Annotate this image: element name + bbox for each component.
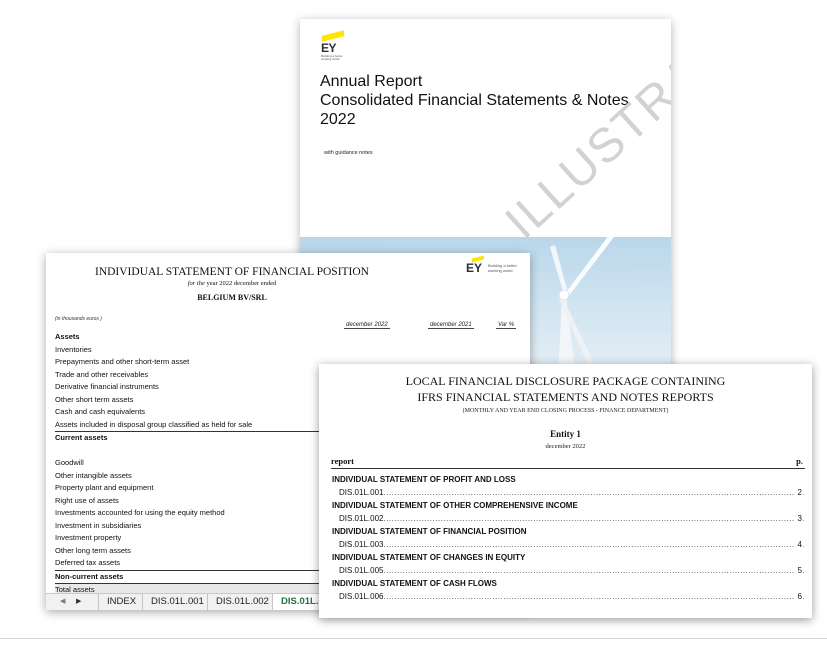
index-section-title: INDIVIDUAL STATEMENT OF CHANGES IN EQUIT… (332, 553, 526, 562)
index-section-page: 5 (794, 564, 802, 577)
leader-dots: ........................................… (383, 514, 804, 523)
leader-dots: ........................................… (383, 566, 804, 575)
index-section-code: DIS.01L.001 (339, 488, 384, 497)
sheet-subtitle-text: year 2022 december ended (204, 280, 277, 287)
index-report-header: report (331, 456, 354, 466)
sheet-tab[interactable]: DIS.01L.002 (207, 594, 277, 610)
column-header-dec-2021: december 2021 (428, 322, 474, 329)
cover-title-line: 2022 (320, 111, 356, 128)
cover-title-line: Annual Report (320, 73, 423, 90)
index-section-entry[interactable]: DIS.01L.006.............................… (332, 590, 804, 603)
sheet-title: INDIVIDUAL STATEMENT OF FINANCIAL POSITI… (94, 266, 369, 278)
index-section-code: DIS.01L.006 (339, 592, 384, 601)
units-note: (in thousands euros ) (55, 316, 102, 322)
index-page-header: p. (796, 456, 803, 466)
leader-dots: ........................................… (383, 540, 804, 549)
sheet-subtitle-hand: for the (187, 280, 205, 287)
disclosure-index-page: LOCAL FINANCIAL DISCLOSURE PACKAGE CONTA… (319, 364, 812, 618)
sheet-tab[interactable]: DIS.01L.001 (142, 594, 212, 610)
index-section-title: INDIVIDUAL STATEMENT OF PROFIT AND LOSS (332, 475, 516, 484)
ey-logo: EY Building a better working world (466, 255, 526, 278)
cover-guidance-note: with guidance notes (324, 150, 373, 156)
index-section-code: DIS.01L.003 (339, 540, 384, 549)
cover-title: Annual Report Consolidated Financial Sta… (320, 72, 629, 129)
bottom-divider (0, 638, 827, 639)
index-subtitle: (MONTHLY AND YEAR END CLOSING PROCESS - … (462, 408, 669, 414)
index-title-line1: LOCAL FINANCIAL DISCLOSURE PACKAGE CONTA… (405, 374, 726, 388)
leader-dots: ........................................… (383, 592, 804, 601)
index-section-entry[interactable]: DIS.01L.005.............................… (332, 564, 804, 577)
leader-dots: ........................................… (383, 488, 804, 497)
ey-logo-text: EY (466, 261, 483, 275)
index-section-entry[interactable]: DIS.01L.003.............................… (332, 538, 804, 551)
sheet-tab[interactable]: INDEX (98, 594, 144, 610)
index-entity: Entity 1 (550, 429, 581, 439)
sheet-row[interactable]: Assets (55, 331, 525, 344)
sheet-subtitle: for the year 2022 december ended (46, 280, 418, 287)
ey-logo-text: EY (321, 41, 337, 55)
index-date: december 2022 (545, 443, 586, 450)
cover-title-line: Consolidated Financial Statements & Note… (320, 92, 629, 109)
index-section-entry[interactable]: DIS.01L.001.............................… (332, 486, 804, 499)
ey-logo-tagline: Building a better working world (488, 263, 517, 273)
index-section-page: 6 (794, 590, 802, 603)
index-section-title: INDIVIDUAL STATEMENT OF OTHER COMPREHENS… (332, 501, 578, 510)
index-title-line2: IFRS FINANCIAL STATEMENTS AND NOTES REPO… (417, 390, 714, 404)
sheet-row[interactable]: Inventories (55, 344, 525, 357)
index-sections: INDIVIDUAL STATEMENT OF PROFIT AND LOSS D… (332, 473, 804, 603)
tab-scroll-left-icon[interactable]: ◀ (60, 597, 65, 605)
column-header-dec-2022: december 2022 (344, 322, 390, 329)
index-section-page: 4 (794, 538, 802, 551)
index-section-page: 2 (794, 486, 802, 499)
index-section-code: DIS.01L.005 (339, 566, 384, 575)
index-section-title: INDIVIDUAL STATEMENT OF FINANCIAL POSITI… (332, 527, 527, 536)
ey-logo-tagline: Building a better working world (321, 54, 343, 61)
sheet-company: BELGIUM BV/SRL (197, 293, 267, 302)
index-section-code: DIS.01L.002 (339, 514, 384, 523)
index-section-entry[interactable]: DIS.01L.002.............................… (332, 512, 804, 525)
index-table-header: report p. (331, 456, 805, 469)
column-header-var: Var % (496, 322, 517, 329)
tab-scroll-right-icon[interactable]: ▶ (76, 597, 81, 605)
index-section-page: 3 (794, 512, 802, 525)
index-section-title: INDIVIDUAL STATEMENT OF CASH FLOWS (332, 579, 497, 588)
cover-watermark: ILLUSTRATIVE (495, 19, 671, 250)
ey-logo: EY Building a better working world (321, 30, 351, 63)
